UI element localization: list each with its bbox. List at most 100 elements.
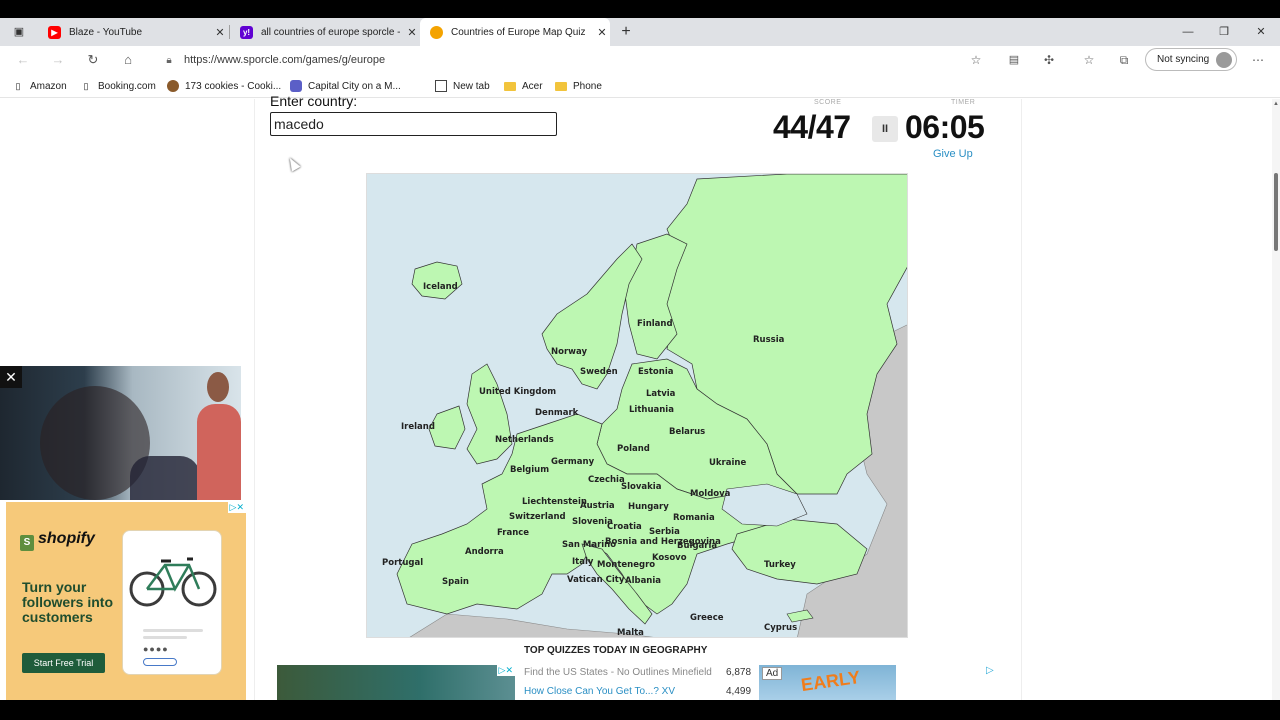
scroll-up-icon[interactable]: ▲ bbox=[1273, 101, 1279, 107]
video-frame-person bbox=[197, 404, 241, 500]
label-italy: Italy bbox=[572, 557, 594, 567]
bookmark-label: New tab bbox=[453, 80, 490, 92]
home-icon[interactable]: ⌂ bbox=[117, 50, 139, 70]
europe-map[interactable]: Iceland Finland Russia Norway Sweden Est… bbox=[366, 173, 908, 638]
back-icon[interactable]: ← bbox=[12, 50, 34, 70]
bookmark-booking[interactable]: ▯ Booking.com bbox=[80, 74, 156, 98]
ad-headline: Turn your followers into customers bbox=[22, 579, 113, 625]
favorite-star-icon[interactable]: ☆ bbox=[965, 50, 987, 70]
phone-text-line bbox=[143, 629, 203, 632]
bicycle-icon bbox=[129, 557, 217, 607]
label-russia: Russia bbox=[753, 335, 785, 345]
more-menu-icon[interactable]: ⋯ bbox=[1247, 50, 1269, 70]
bookmark-label: Amazon bbox=[30, 80, 67, 92]
favorites-icon[interactable]: ☆ bbox=[1078, 50, 1100, 70]
label-portugal: Portugal bbox=[382, 558, 423, 568]
label-iceland: Iceland bbox=[423, 282, 458, 292]
floating-video-player[interactable]: ✕ bbox=[0, 366, 241, 500]
forward-icon[interactable]: → bbox=[47, 50, 69, 70]
top-quizzes-heading: TOP QUIZZES TODAY IN GEOGRAPHY bbox=[524, 645, 708, 656]
url-text: https://www.sporcle.com/games/g/europe bbox=[184, 54, 386, 66]
pause-button[interactable]: II bbox=[872, 116, 898, 142]
label-albania: Albania bbox=[625, 576, 661, 586]
bookmark-label: Acer bbox=[522, 80, 543, 92]
profile-sync-button[interactable]: Not syncing bbox=[1145, 48, 1237, 71]
label-croatia: Croatia bbox=[607, 522, 642, 532]
label-poland: Poland bbox=[617, 444, 650, 454]
top-quiz-row[interactable]: Find the US States - No Outlines Minefie… bbox=[524, 667, 751, 678]
shopping-bag-icon: S bbox=[20, 535, 34, 551]
label-greece: Greece bbox=[690, 613, 724, 623]
bookmark-label: Booking.com bbox=[98, 80, 156, 92]
label-estonia: Estonia bbox=[638, 367, 674, 377]
avatar bbox=[1216, 52, 1232, 68]
ad-early-text: EARLY bbox=[799, 666, 862, 696]
folder-icon bbox=[555, 81, 567, 91]
ad-choices-icon[interactable]: ▷✕ bbox=[227, 502, 246, 513]
ad-choices-icon[interactable]: ▷ bbox=[986, 665, 994, 676]
bookmark-cookies[interactable]: 173 cookies - Cooki... bbox=[167, 74, 281, 98]
newtab-icon bbox=[435, 80, 447, 92]
collections-icon[interactable]: ▤ bbox=[1003, 50, 1025, 70]
label-lithuania: Lithuania bbox=[629, 405, 674, 415]
top-quiz-title[interactable]: Find the US States - No Outlines Minefie… bbox=[524, 667, 712, 678]
close-tab-icon[interactable]: ✕ bbox=[212, 26, 228, 39]
shopify-ad[interactable]: ▷✕ Sshopify Turn your followers into cus… bbox=[6, 502, 246, 701]
bookmark-amazon[interactable]: ▯ Amazon bbox=[12, 74, 67, 98]
sporcle-icon bbox=[430, 25, 443, 39]
label-latvia: Latvia bbox=[646, 389, 676, 399]
address-bar[interactable]: 🔒︎ https://www.sporcle.com/games/g/europ… bbox=[154, 49, 994, 71]
video-frame-head bbox=[207, 372, 229, 402]
bookmark-label: Capital City on a M... bbox=[308, 80, 401, 92]
label-denmark: Denmark bbox=[535, 408, 579, 418]
label-belgium: Belgium bbox=[510, 465, 549, 475]
country-answer-input[interactable] bbox=[270, 112, 557, 136]
label-switzerland: Switzerland bbox=[509, 512, 566, 522]
new-tab-button[interactable]: + bbox=[615, 22, 637, 42]
top-quiz-row[interactable]: How Close Can You Get To...? XV 4,499 bbox=[524, 686, 751, 697]
phone-text-line bbox=[143, 636, 187, 639]
shopify-logo-text: shopify bbox=[38, 530, 95, 547]
page-scrollbar[interactable]: ▲ bbox=[1272, 99, 1280, 700]
label-slovakia: Slovakia bbox=[621, 482, 662, 492]
scrollbar-thumb[interactable] bbox=[1274, 173, 1278, 251]
ad-choices-icon[interactable]: ▷✕ bbox=[496, 665, 515, 676]
phone-button-pill bbox=[143, 658, 177, 666]
collections-add-icon[interactable]: ⧉ bbox=[1113, 50, 1135, 70]
ad-banner-left[interactable]: ▷✕ bbox=[277, 665, 515, 700]
shopify-logo: Sshopify bbox=[20, 530, 95, 551]
reload-icon[interactable]: ↻ bbox=[82, 50, 104, 70]
score-label: SCORE bbox=[814, 99, 842, 106]
label-germany: Germany bbox=[551, 457, 595, 467]
close-tab-icon[interactable]: ✕ bbox=[594, 26, 610, 39]
label-norway: Norway bbox=[551, 347, 587, 357]
tab-yahoo[interactable]: y! all countries of europe sporcle - ✕ bbox=[230, 18, 420, 46]
extensions-icon[interactable]: ✣ bbox=[1038, 50, 1060, 70]
close-window-icon[interactable]: ✕ bbox=[1243, 18, 1279, 46]
yahoo-icon: y! bbox=[240, 25, 253, 39]
label-cyprus: Cyprus bbox=[764, 623, 797, 633]
bookmark-folder-phone[interactable]: Phone bbox=[555, 74, 602, 98]
label-andorra: Andorra bbox=[465, 547, 504, 557]
timer-label: TIMER bbox=[951, 99, 976, 106]
start-free-trial-button[interactable]: Start Free Trial bbox=[22, 653, 105, 673]
country-united-kingdom bbox=[466, 363, 513, 465]
label-bulgaria: Bulgaria bbox=[677, 541, 717, 551]
label-belarus: Belarus bbox=[669, 427, 705, 437]
phone-mockup: ●●●● bbox=[122, 530, 222, 675]
ad-banner-right[interactable]: Ad EARLY bbox=[759, 665, 896, 700]
top-quiz-title[interactable]: How Close Can You Get To...? XV bbox=[524, 686, 675, 697]
bookmark-new-tab[interactable]: New tab bbox=[435, 74, 490, 98]
bookmark-folder-acer[interactable]: Acer bbox=[504, 74, 543, 98]
minimize-icon[interactable]: — bbox=[1170, 18, 1206, 46]
tab-actions-icon[interactable]: ▣ bbox=[8, 22, 30, 42]
tab-sporcle-active[interactable]: Countries of Europe Map Quiz ✕ bbox=[420, 18, 610, 46]
close-tab-icon[interactable]: ✕ bbox=[404, 26, 420, 39]
give-up-link[interactable]: Give Up bbox=[933, 148, 973, 160]
restore-icon[interactable]: ❐ bbox=[1206, 18, 1242, 46]
cookie-icon bbox=[167, 80, 179, 92]
bookmarks-bar: ▯ Amazon ▯ Booking.com 173 cookies - Cooki… bbox=[0, 74, 1280, 98]
close-video-button[interactable]: ✕ bbox=[0, 366, 22, 388]
color-swatch-dots: ●●●● bbox=[143, 644, 169, 654]
tab-youtube[interactable]: ▶ Blaze - YouTube ✕ bbox=[38, 18, 228, 46]
